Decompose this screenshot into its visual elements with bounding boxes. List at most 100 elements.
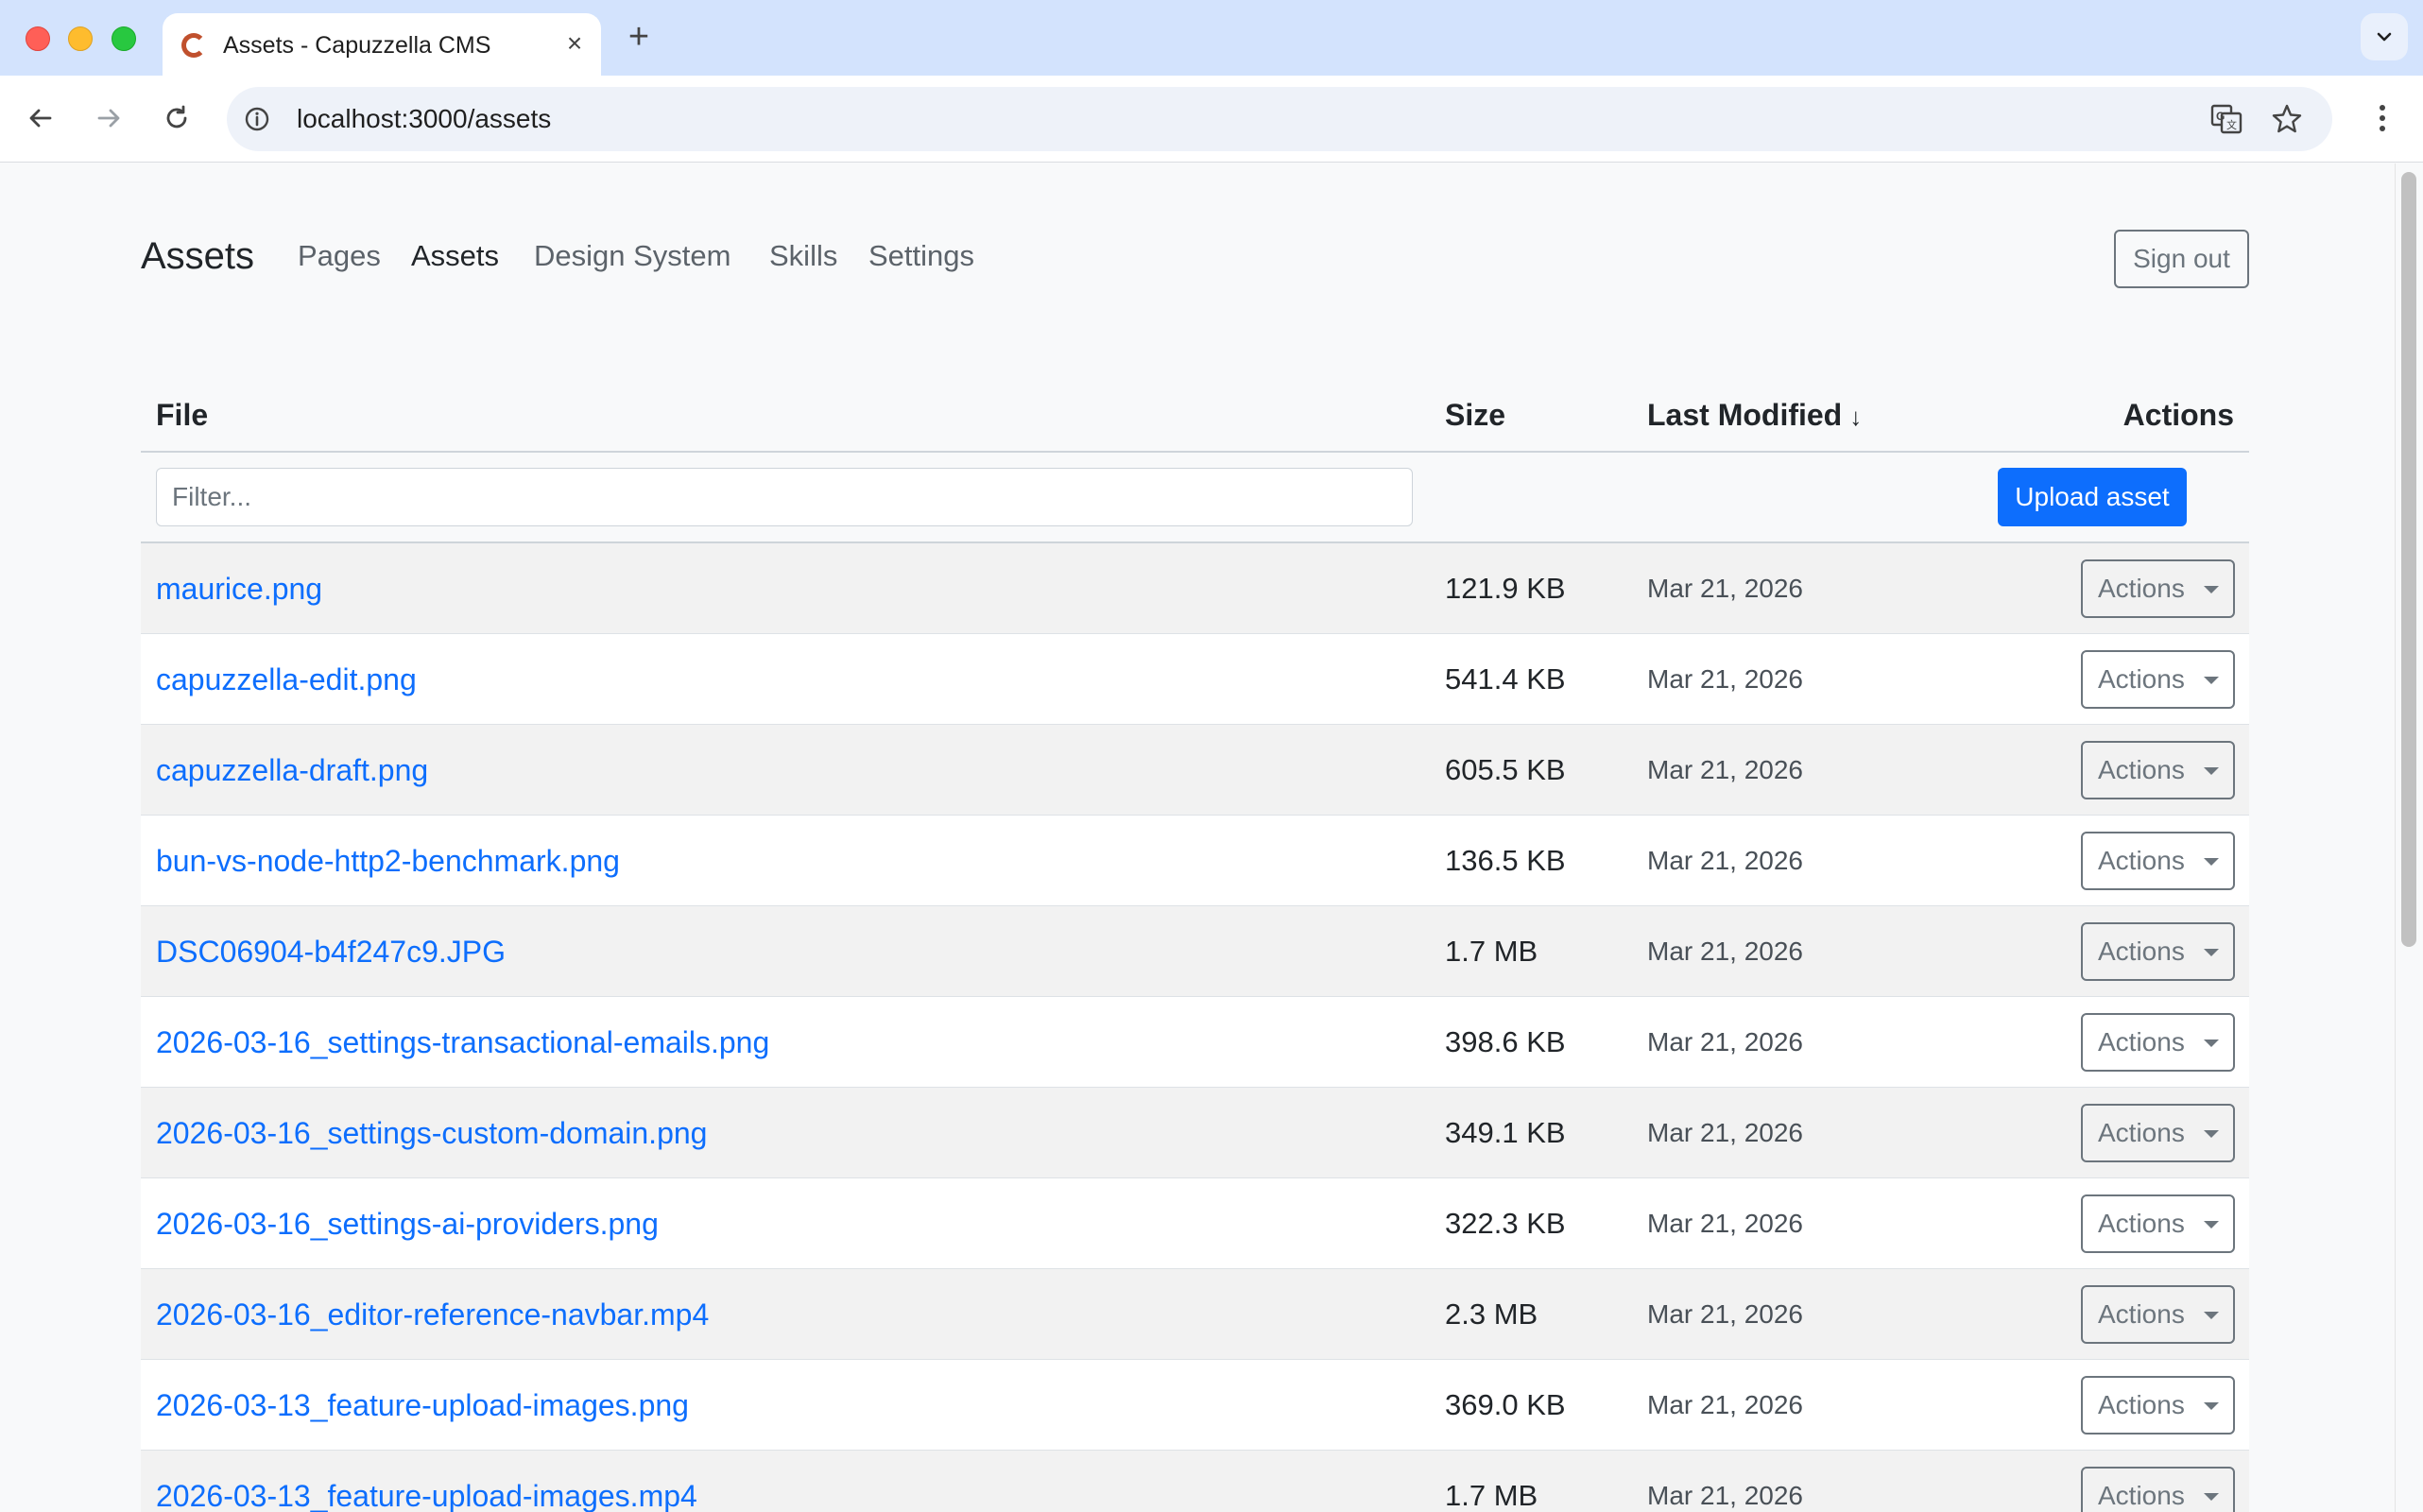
asset-file-link[interactable]: 2026-03-16_settings-custom-domain.png [156,1088,707,1178]
browser-toolbar: localhost:3000/assets G 文 [0,76,2423,163]
asset-file-link[interactable]: bun-vs-node-http2-benchmark.png [156,816,620,906]
asset-last-modified: Mar 21, 2026 [1647,1209,1803,1238]
asset-last-modified: Mar 21, 2026 [1647,755,1803,784]
translate-icon[interactable]: G 文 [2209,102,2243,136]
asset-file-link[interactable]: maurice.png [156,543,322,634]
url-text: localhost:3000/assets [297,104,552,133]
address-bar[interactable]: localhost:3000/assets G 文 [227,87,2332,151]
row-actions-dropdown[interactable]: Actions [2081,1013,2235,1072]
caret-down-icon [2204,1130,2219,1138]
close-window-button[interactable] [26,26,50,51]
nav-link-design-system[interactable]: Design System [534,239,730,273]
caret-down-icon [2204,677,2219,684]
asset-file-link[interactable]: capuzzella-draft.png [156,725,428,816]
tab-search-button[interactable] [2361,13,2408,60]
asset-file-link[interactable]: 2026-03-16_settings-transactional-emails… [156,997,769,1088]
row-actions-label: Actions [2098,574,2185,603]
asset-last-modified: Mar 21, 2026 [1647,936,1803,966]
table-row: 2026-03-13_feature-upload-images.png 369.… [141,1360,2249,1451]
asset-last-modified: Mar 21, 2026 [1647,1390,1803,1419]
column-header-size[interactable]: Size [1445,398,1505,433]
asset-size: 398.6 KB [1445,1025,1566,1058]
maximize-window-button[interactable] [112,26,136,51]
asset-size: 136.5 KB [1445,844,1566,877]
table-row: capuzzella-draft.png 605.5 KB Mar 21, 2026… [141,725,2249,816]
asset-size: 1.7 MB [1445,1479,1538,1512]
asset-size: 605.5 KB [1445,753,1566,786]
site-favicon-icon [181,33,206,58]
asset-file-link[interactable]: 2026-03-16_editor-reference-navbar.mp4 [156,1269,709,1360]
row-actions-dropdown[interactable]: Actions [2081,1376,2235,1435]
asset-size: 369.0 KB [1445,1388,1566,1421]
asset-last-modified: Mar 21, 2026 [1647,1299,1803,1329]
table-body: maurice.png 121.9 KB Mar 21, 2026 Actions ca… [141,543,2249,1512]
row-actions-label: Actions [2098,1299,2185,1329]
row-actions-dropdown[interactable]: Actions [2081,741,2235,799]
scrollbar-thumb[interactable] [2401,172,2416,947]
asset-size: 1.7 MB [1445,935,1538,968]
caret-down-icon [2204,1493,2219,1501]
caret-down-icon [2204,1040,2219,1047]
asset-file-link[interactable]: 2026-03-13_feature-upload-images.mp4 [156,1451,697,1512]
tab-title: Assets - Capuzzella CMS [223,32,491,59]
row-actions-label: Actions [2098,1481,2185,1510]
table-row: bun-vs-node-http2-benchmark.png 136.5 KB M… [141,816,2249,906]
table-row: 2026-03-16_settings-ai-providers.png 322.… [141,1178,2249,1269]
nav-link-skills[interactable]: Skills [769,239,837,273]
arrow-left-icon [29,109,52,128]
nav-link-assets[interactable]: Assets [411,239,499,273]
new-tab-button[interactable]: + [618,17,660,59]
row-actions-dropdown[interactable]: Actions [2081,832,2235,890]
caret-down-icon [2204,1312,2219,1319]
asset-file-link[interactable]: 2026-03-13_feature-upload-images.png [156,1360,689,1451]
table-row: DSC06904-b4f247c9.JPG 1.7 MB Mar 21, 2026 A… [141,906,2249,997]
sign-out-button[interactable]: Sign out [2114,230,2249,288]
row-actions-dropdown[interactable]: Actions [2081,650,2235,709]
forward-button[interactable] [87,96,130,140]
asset-last-modified: Mar 21, 2026 [1647,574,1803,603]
row-actions-dropdown[interactable]: Actions [2081,1194,2235,1253]
app-navbar: Assets Pages Assets Design System Skills… [141,220,2249,288]
site-info-icon[interactable] [244,106,270,132]
tab-close-icon[interactable]: × [558,26,592,60]
kebab-menu-icon [2380,105,2385,131]
asset-file-link[interactable]: DSC06904-b4f247c9.JPG [156,906,506,997]
column-header-last-modified-label: Last Modified [1647,398,1843,432]
asset-size: 541.4 KB [1445,662,1566,696]
minimize-window-button[interactable] [68,26,93,51]
bookmark-star-icon[interactable] [2270,102,2304,136]
nav-link-pages[interactable]: Pages [298,239,381,273]
assets-table: File Size Last Modified↓ Actions Upload … [141,377,2249,1512]
reload-button[interactable] [155,96,198,140]
table-row: 2026-03-16_settings-transactional-emails… [141,997,2249,1088]
caret-down-icon [2204,858,2219,866]
row-actions-dropdown[interactable]: Actions [2081,922,2235,981]
row-actions-dropdown[interactable]: Actions [2081,559,2235,618]
table-row: 2026-03-16_editor-reference-navbar.mp4 2.… [141,1269,2249,1360]
caret-down-icon [2204,586,2219,593]
column-header-file[interactable]: File [156,398,208,433]
asset-last-modified: Mar 21, 2026 [1647,846,1803,875]
asset-file-link[interactable]: 2026-03-16_settings-ai-providers.png [156,1178,659,1269]
row-actions-label: Actions [2098,936,2185,966]
filter-input[interactable] [156,468,1413,526]
back-button[interactable] [19,96,62,140]
browser-menu-button[interactable] [2361,96,2404,140]
sort-arrow-down-icon: ↓ [1849,403,1863,431]
browser-tabstrip: Assets - Capuzzella CMS × + [0,0,2423,76]
browser-tab-active[interactable]: Assets - Capuzzella CMS × [163,13,601,76]
page-content: Assets Pages Assets Design System Skills… [0,163,2395,1512]
row-actions-dropdown[interactable]: Actions [2081,1285,2235,1344]
upload-asset-button[interactable]: Upload asset [1998,468,2187,526]
row-actions-label: Actions [2098,846,2185,875]
navbar-brand[interactable]: Assets [141,235,254,278]
row-actions-dropdown[interactable]: Actions [2081,1467,2235,1512]
column-header-last-modified[interactable]: Last Modified ↓ [1647,398,1862,433]
asset-size: 2.3 MB [1445,1297,1538,1331]
nav-link-settings[interactable]: Settings [868,239,974,273]
svg-text:文: 文 [2226,118,2237,131]
row-actions-dropdown[interactable]: Actions [2081,1104,2235,1162]
chevron-down-icon [2377,32,2392,42]
table-header: File Size Last Modified ↓ Actions [141,377,2249,453]
asset-file-link[interactable]: capuzzella-edit.png [156,634,417,725]
